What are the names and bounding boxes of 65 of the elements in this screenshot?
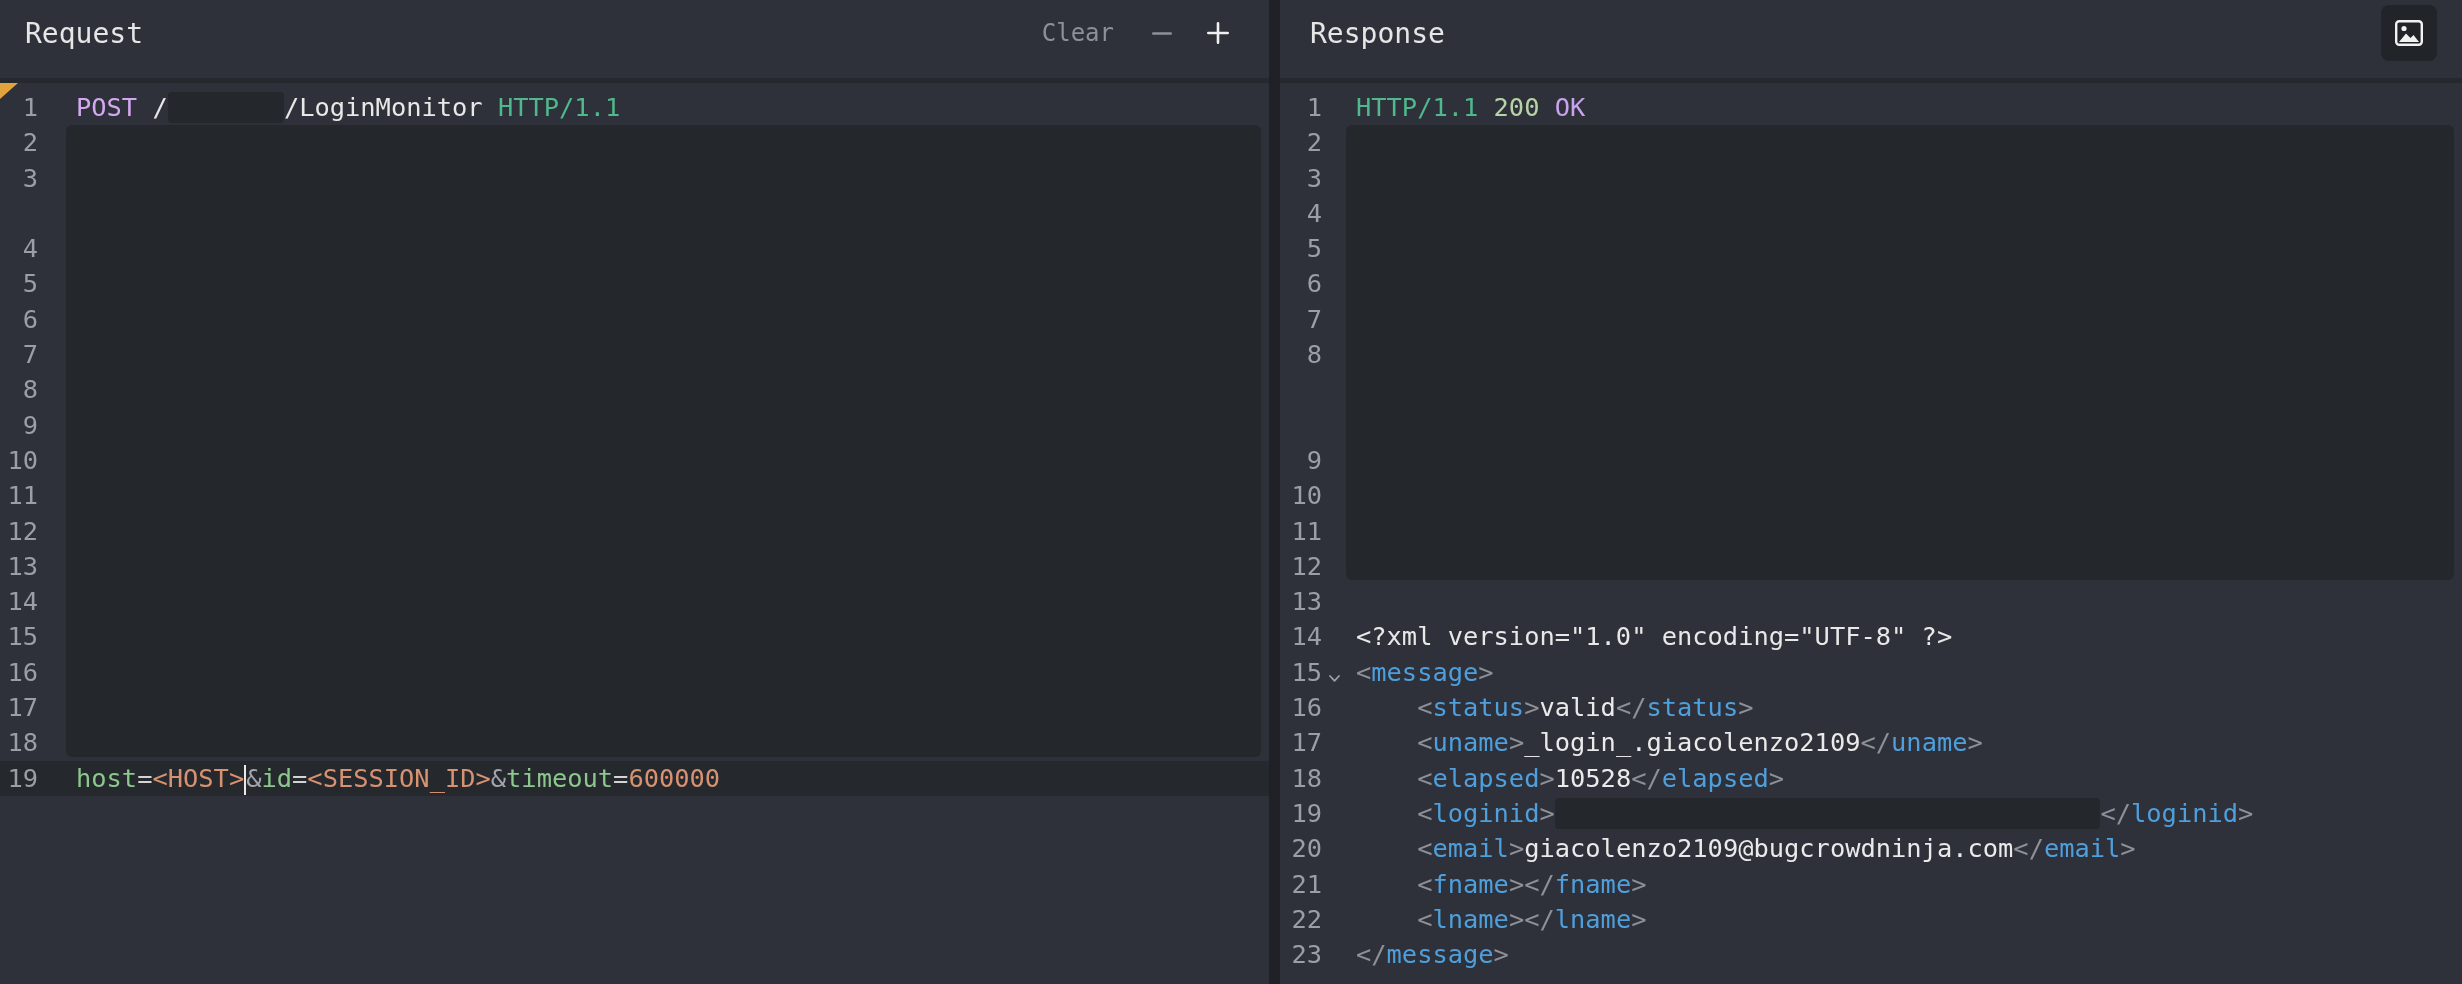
code-text: <email>giacolenzo2109@bugcrowdninja.com</email>	[1417, 832, 2136, 866]
code-text: <loginid>	[1417, 796, 1555, 830]
line-number: 12	[7, 514, 38, 548]
line-number: 16	[1291, 691, 1322, 725]
image-icon	[2395, 20, 2423, 46]
line-number: 7	[1306, 302, 1322, 336]
code-text: POST /	[76, 91, 168, 124]
code-text: </message>	[1356, 938, 1509, 972]
code-text: <uname>_login_.giacolenzo2109</uname>	[1417, 726, 1983, 760]
chevron-down-icon[interactable]	[1328, 674, 1340, 682]
line-number: 23	[1291, 938, 1322, 972]
line-number: 13	[1291, 585, 1322, 619]
line-number: 7	[22, 338, 38, 372]
line-number: 3	[22, 161, 38, 195]
line-number: 14	[1291, 620, 1322, 654]
line-number: 6	[1306, 267, 1322, 301]
code-text: /LoginMonitor HTTP/1.1	[283, 91, 621, 124]
line-number: 1	[22, 91, 38, 124]
line-number: 15	[7, 620, 38, 654]
line-number: 4	[22, 232, 38, 266]
line-number: 5	[22, 267, 38, 301]
line-number: 11	[1291, 514, 1322, 548]
line-number: 10	[7, 443, 38, 477]
line-number: 8	[22, 373, 38, 407]
line-number: 2	[1306, 126, 1322, 160]
line-number: 4	[1306, 196, 1322, 230]
code-text: <?xml version="1.0" encoding="UTF-8" ?>	[1356, 620, 1953, 654]
line-number: 2	[22, 126, 38, 160]
line-number: 13	[7, 549, 38, 583]
line-number: 22	[1291, 902, 1322, 936]
line-number: 17	[1291, 726, 1322, 760]
code-text: </loginid>	[2100, 796, 2254, 830]
line-number: 12	[1291, 549, 1322, 583]
clear-button[interactable]: Clear	[1031, 11, 1124, 55]
code-text: <message>	[1356, 655, 1494, 689]
code-text: host=<HOST>&id=<SESSION_ID>&timeout=600000	[76, 761, 721, 796]
line-number: 19	[7, 761, 38, 795]
line-number: 9	[1306, 443, 1322, 477]
line-number: 19	[1291, 796, 1322, 830]
panel-title: Request	[25, 16, 143, 50]
line-number: 1	[1306, 91, 1322, 124]
line-number: 21	[1291, 867, 1322, 901]
line-number: 18	[7, 726, 38, 760]
code-text: <fname></fname>	[1417, 867, 1647, 901]
image-button[interactable]	[2381, 5, 2437, 61]
line-number: 5	[1306, 232, 1322, 266]
line-number: 10	[1291, 479, 1322, 513]
line-number: 9	[22, 408, 38, 442]
line-number: 17	[7, 691, 38, 725]
line-number: 15	[1291, 655, 1322, 689]
code-text: <status>valid</status>	[1417, 691, 1754, 725]
panel-title: Response	[1310, 16, 1445, 50]
minus-icon	[1152, 31, 1172, 35]
line-number: 8	[1306, 338, 1322, 372]
line-number: 18	[1291, 761, 1322, 795]
line-number: 14	[7, 585, 38, 619]
code-text: <elapsed>10528</elapsed>	[1417, 761, 1785, 795]
code-text: HTTP/1.1 200 OK	[1356, 91, 1586, 124]
line-number: 11	[7, 479, 38, 513]
code-text: <lname></lname>	[1417, 902, 1647, 936]
plus-icon	[1207, 22, 1229, 44]
line-number: 20	[1291, 832, 1322, 866]
line-number: 16	[7, 655, 38, 689]
line-number: 6	[22, 302, 38, 336]
line-number: 3	[1306, 161, 1322, 195]
